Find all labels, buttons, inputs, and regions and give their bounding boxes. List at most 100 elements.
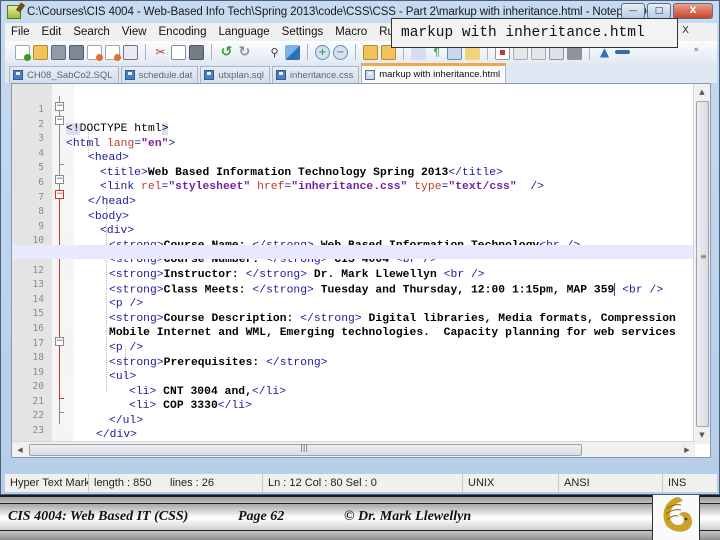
footer-course: CIS 4004: Web Based IT (CSS) [8, 509, 189, 524]
menu-encoding[interactable]: Encoding [153, 26, 213, 38]
status-file-type: Hyper Text Mark [5, 474, 89, 492]
print-icon[interactable] [123, 44, 138, 60]
code-line: 21 </ul> [12, 376, 710, 427]
footer-page-number: Page 62 [238, 509, 285, 524]
tab-inheritance-css[interactable]: inheritance.css [271, 66, 360, 83]
toolbar-separator [211, 44, 212, 60]
replace-icon[interactable] [285, 44, 300, 60]
scroll-up-arrow-icon[interactable]: ▲ [694, 84, 710, 101]
paste-icon[interactable] [189, 44, 204, 60]
code-line: 13 <p /> [12, 259, 710, 310]
status-length: length : 850 [94, 477, 152, 489]
tab-tooltip: markup with inheritance.html [391, 18, 678, 48]
footer-author: © Dr. Mark Llewellyn [344, 509, 472, 524]
close-window-button[interactable]: X [673, 3, 713, 19]
close-document-button[interactable]: X [682, 25, 689, 36]
save-session-icon[interactable] [615, 50, 630, 54]
tab-label: schedule.dat [138, 69, 193, 81]
menu-search[interactable]: Search [67, 26, 115, 38]
redo-icon[interactable]: ↻ [237, 44, 252, 60]
logo-box [652, 495, 700, 540]
close-icon[interactable] [87, 44, 103, 61]
save-icon[interactable] [51, 44, 66, 60]
vertical-scroll-thumb[interactable]: ≡ [696, 101, 709, 427]
menu-file[interactable]: File [5, 26, 36, 38]
cut-icon[interactable]: ✂ [153, 45, 168, 60]
find-icon[interactable]: ⚲ [267, 45, 282, 60]
code-line: 18 <ul> [12, 332, 710, 383]
tab-utxplan-sql[interactable]: utxplan.sql [200, 66, 270, 83]
menu-view[interactable]: View [116, 26, 153, 38]
scroll-right-arrow-icon[interactable]: ▶ [679, 442, 695, 457]
tab-schedule-dat[interactable]: schedule.dat [120, 66, 199, 83]
menu-macro[interactable]: Macro [329, 26, 373, 38]
vertical-scrollbar[interactable]: ▲ ≡ ▼ [693, 84, 710, 444]
horizontal-scrollbar[interactable]: ◀ ||| ▶ [12, 441, 695, 457]
save-all-icon[interactable] [69, 44, 84, 60]
window-controls: — □ X [621, 3, 713, 19]
code-line: 15 Mobile Internet and WML, Emerging tec… [12, 288, 710, 339]
code-editor[interactable]: − − − − − 1 <!DOCTYPE html> 2 <html lang… [11, 83, 711, 458]
code-line: 20 <li> COP 3330</li> [12, 361, 710, 412]
status-position: Ln : 12 Col : 80 Sel : 0 [263, 474, 463, 492]
status-bar: Hyper Text Mark length : 850 lines : 26 … [5, 474, 717, 492]
menu-language[interactable]: Language [212, 26, 275, 38]
code-line: 17 <strong>Prerequisites: </strong> [12, 318, 710, 369]
menu-settings[interactable]: Settings [276, 26, 330, 38]
tab-label: inheritance.css [289, 69, 354, 81]
code-line: 8 <div> [12, 186, 710, 237]
status-eol: UNIX [463, 474, 559, 492]
code-line: 10 <strong>Course Number: </strong> CIS … [12, 215, 710, 266]
menu-edit[interactable]: Edit [36, 26, 68, 38]
open-file-icon[interactable] [33, 44, 48, 60]
notepad-app-icon [7, 5, 21, 19]
code-line: 14 <strong>Course Description: </strong>… [12, 274, 710, 325]
code-line: 11 <strong>Instructor: </strong> Dr. Mar… [12, 230, 710, 281]
horizontal-scroll-thumb[interactable]: ||| [29, 443, 582, 456]
code-line: 1 <!DOCTYPE html> [12, 84, 710, 135]
code-line: 16 <p /> [12, 303, 710, 354]
saved-file-icon [13, 70, 23, 80]
code-line: 9 <strong>Course Name: </strong> Web Bas… [12, 201, 710, 252]
status-encoding: ANSI [559, 474, 663, 492]
grip-icon: ||| [300, 443, 309, 452]
saved-file-icon [204, 70, 215, 80]
saved-file-icon [124, 70, 135, 80]
maximize-button[interactable]: □ [647, 3, 671, 19]
close-all-icon[interactable] [105, 44, 121, 61]
code-line: 22 </div> [12, 390, 710, 441]
code-line: 23 </body> [12, 405, 710, 456]
new-file-icon[interactable] [15, 44, 31, 61]
undo-icon[interactable]: ↺ [219, 44, 234, 60]
status-lines: lines : 26 [165, 474, 263, 492]
document-tabs: CH08_SabCo2.SQL schedule.dat utxplan.sql… [5, 63, 717, 83]
code-line: 3 <head> [12, 113, 710, 164]
toolbar-separator [355, 44, 356, 60]
minimize-button[interactable]: — [621, 3, 645, 19]
tab-ch08-sabco2-sql[interactable]: CH08_SabCo2.SQL [9, 66, 119, 83]
notepad-plus-plus-window: C:\Courses\CIS 4004 - Web-Based Info Tec… [0, 0, 720, 495]
code-line: 7 <body> [12, 172, 710, 223]
code-line: 6 </head> [12, 157, 710, 208]
scroll-left-arrow-icon[interactable]: ◀ [12, 442, 28, 457]
zoom-in-icon[interactable]: + [315, 44, 330, 60]
tab-label: CH08_SabCo2.SQL [27, 69, 113, 81]
toolbar-overflow-chevron-icon[interactable]: » [693, 45, 699, 55]
tab-label: utxplan.sql [218, 69, 264, 81]
grip-icon: ≡ [700, 252, 707, 261]
zoom-out-icon[interactable]: − [333, 44, 348, 60]
ucf-pegasus-logo-icon [663, 497, 693, 532]
toolbar-separator [145, 44, 146, 60]
slide-footer: CIS 4004: Web Based IT (CSS) Page 62 © D… [0, 495, 720, 540]
scroll-down-arrow-icon[interactable]: ▼ [694, 427, 710, 444]
tab-markup-with-inheritance-html[interactable]: markup with inheritance.html [361, 63, 507, 83]
tab-label: markup with inheritance.html [379, 69, 501, 80]
code-line: 5 <link rel="stylesheet" href="inheritan… [12, 142, 710, 193]
code-line: 2 <html lang="en"> [12, 99, 710, 150]
sync-vertical-icon[interactable] [363, 44, 378, 60]
code-line-current: 12 <strong>Class Meets: </strong> Tuesda… [12, 244, 710, 296]
copy-icon[interactable] [171, 44, 186, 60]
toolbar-separator [307, 44, 308, 60]
code-lines: 1 <!DOCTYPE html> 2 <html lang="en"> 3 <… [12, 84, 710, 457]
window-title: C:\Courses\CIS 4004 - Web-Based Info Tec… [27, 6, 649, 18]
